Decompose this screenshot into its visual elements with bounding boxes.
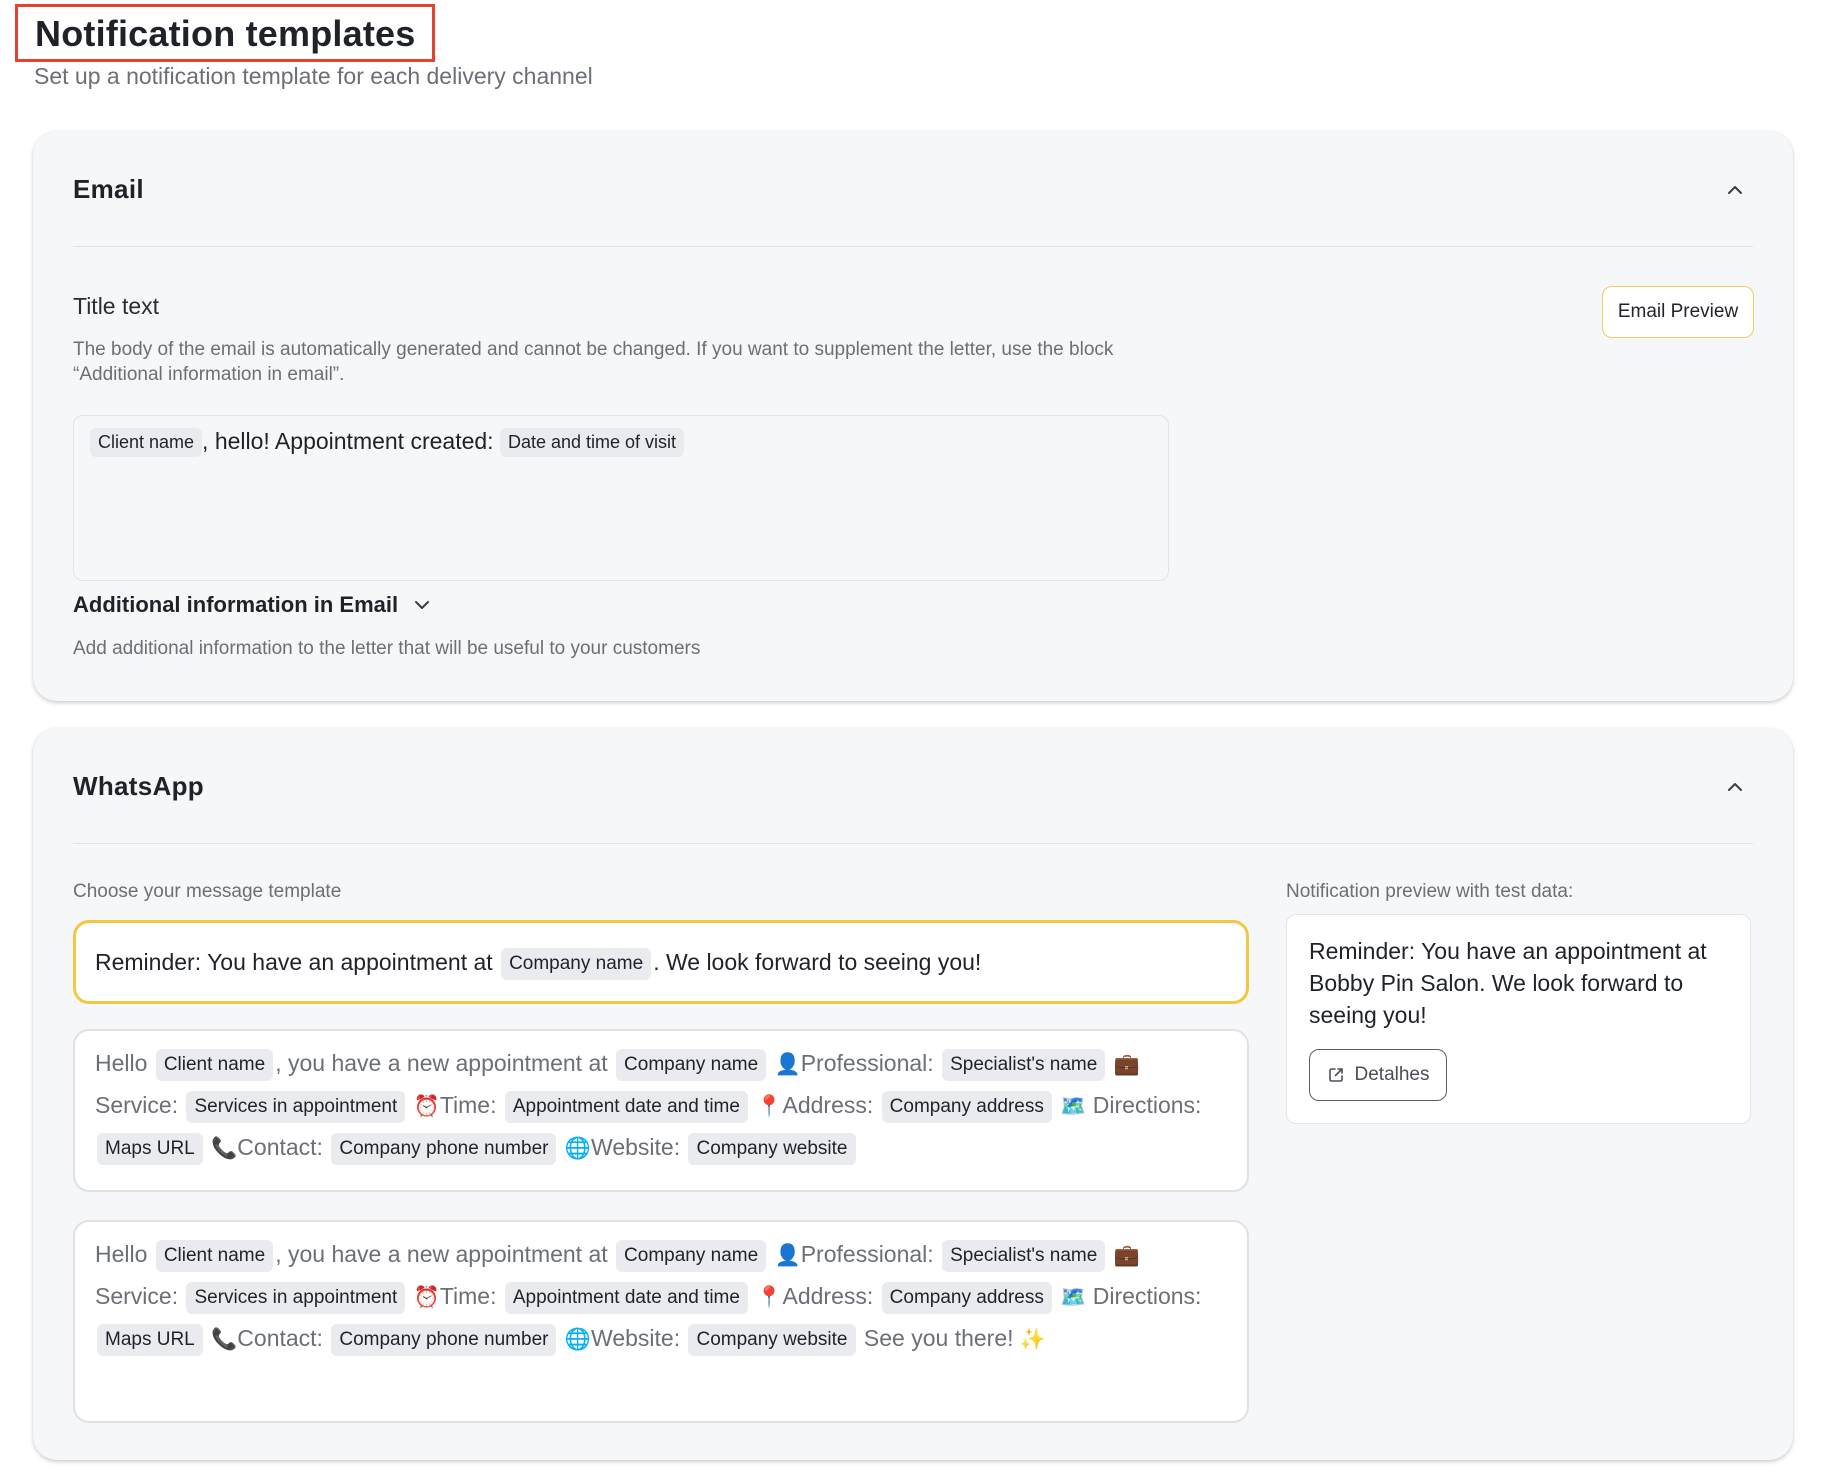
pin-icon: 📍 [756,1095,783,1118]
template-text: Service: [95,1283,179,1309]
variable-chip-company-phone: Company phone number [331,1323,557,1356]
variable-chip-maps-url: Maps URL [97,1132,203,1165]
message-template-option-2[interactable]: Hello Client name, you have a new appoin… [73,1029,1249,1192]
person-icon: 👤 [774,1244,801,1267]
preview-text: Reminder: You have an appointment at Bob… [1309,938,1707,1028]
details-button[interactable]: Detalhes [1309,1049,1447,1101]
chevron-up-icon[interactable] [1727,782,1743,792]
section-divider [73,246,1753,247]
sparkles-icon: ✨ [1019,1328,1047,1351]
template-text: Website: [591,1325,681,1351]
template-text: Time: [439,1092,497,1118]
variable-chip-services: Services in appointment [186,1281,406,1314]
external-link-icon [1328,1068,1343,1082]
title-field-text: , hello! Appointment created: [202,428,494,454]
variable-chip-maps-url: Maps URL [97,1323,203,1356]
person-icon: 👤 [774,1053,801,1076]
map-icon: 🗺️ [1060,1095,1087,1118]
briefcase-icon: 💼 [1113,1053,1140,1076]
whatsapp-card: WhatsApp Choose your message template No… [33,728,1793,1460]
map-icon: 🗺️ [1060,1286,1087,1309]
template-text: Time: [439,1283,497,1309]
choose-template-label: Choose your message template [73,881,342,902]
template-text: Professional: [800,1241,934,1267]
variable-chip-specialist-name: Specialist's name [942,1048,1106,1081]
email-card: Email Title text The body of the email i… [33,131,1793,701]
template-text: Contact: [237,1325,323,1351]
variable-chip-company-website: Company website [688,1323,856,1356]
details-button-label: Detalhes [1354,1064,1430,1085]
alarm-clock-icon: ⏰ [413,1286,440,1309]
template-text: Professional: [800,1050,934,1076]
email-preview-button[interactable]: Email Preview [1602,286,1754,338]
email-section-title: Email [73,174,144,204]
variable-chip-date-time[interactable]: Date and time of visit [499,428,685,458]
variable-chip-client-name: Client name [155,1239,274,1272]
chevron-down-icon[interactable] [414,600,430,610]
variable-chip-company-phone: Company phone number [331,1132,557,1165]
variable-chip-services: Services in appointment [186,1090,406,1123]
variable-chip-client-name: Client name [155,1048,274,1081]
template-text: Hello [95,1050,148,1076]
chevron-up-icon[interactable] [1727,185,1743,195]
variable-chip-appointment-datetime: Appointment date and time [504,1090,748,1123]
variable-chip-company-name: Company name [501,947,652,980]
template-text: , you have a new appointment at [275,1050,608,1076]
globe-icon: 🌐 [564,1328,592,1351]
template-text: Hello [95,1241,148,1267]
additional-info-description: Add additional information to the letter… [73,638,701,659]
template-text: Website: [591,1134,681,1160]
section-divider [73,843,1753,844]
message-template-option-1[interactable]: Reminder: You have an appointment at Com… [73,920,1249,1004]
additional-info-toggle[interactable]: Additional information in Email [73,592,430,618]
notification-preview: Reminder: You have an appointment at Bob… [1286,914,1751,1124]
message-template-option-3[interactable]: Hello Client name, you have a new appoin… [73,1220,1249,1423]
template-text: Directions: [1092,1092,1202,1118]
variable-chip-company-address: Company address [881,1090,1052,1123]
variable-chip-company-name: Company name [616,1239,767,1272]
title-text-label: Title text [73,293,160,319]
phone-icon: 📞 [211,1328,238,1351]
variable-chip-specialist-name: Specialist's name [942,1239,1106,1272]
template-text: . We look forward to seeing you! [653,949,982,975]
variable-chip-company-address: Company address [881,1281,1052,1314]
page-subtitle: Set up a notification template for each … [34,63,593,89]
template-text: , you have a new appointment at [275,1241,608,1267]
template-text: Address: [782,1092,874,1118]
alarm-clock-icon: ⏰ [413,1095,440,1118]
variable-chip-company-website: Company website [688,1132,856,1165]
variable-chip-company-name: Company name [616,1048,767,1081]
template-text: Contact: [237,1134,323,1160]
briefcase-icon: 💼 [1113,1244,1140,1267]
template-text: See you there! [863,1325,1014,1351]
template-text: Address: [782,1283,874,1309]
globe-icon: 🌐 [564,1137,592,1160]
title-text-field[interactable]: Client name, hello! Appointment created:… [73,415,1169,581]
whatsapp-section-title: WhatsApp [73,771,204,801]
variable-chip-appointment-datetime: Appointment date and time [504,1281,748,1314]
template-text: Service: [95,1092,179,1118]
notification-templates-page: Notification templates Set up a notifica… [0,0,1830,1474]
email-body-description: The body of the email is automatically g… [73,339,1114,385]
additional-info-title: Additional information in Email [73,592,399,617]
template-text: Directions: [1092,1283,1202,1309]
pin-icon: 📍 [756,1286,783,1309]
preview-label: Notification preview with test data: [1286,881,1574,902]
phone-icon: 📞 [211,1137,238,1160]
template-text: Reminder: You have an appointment at [95,949,493,975]
variable-chip-client-name[interactable]: Client name [90,428,203,458]
page-title: Notification templates [15,4,436,62]
